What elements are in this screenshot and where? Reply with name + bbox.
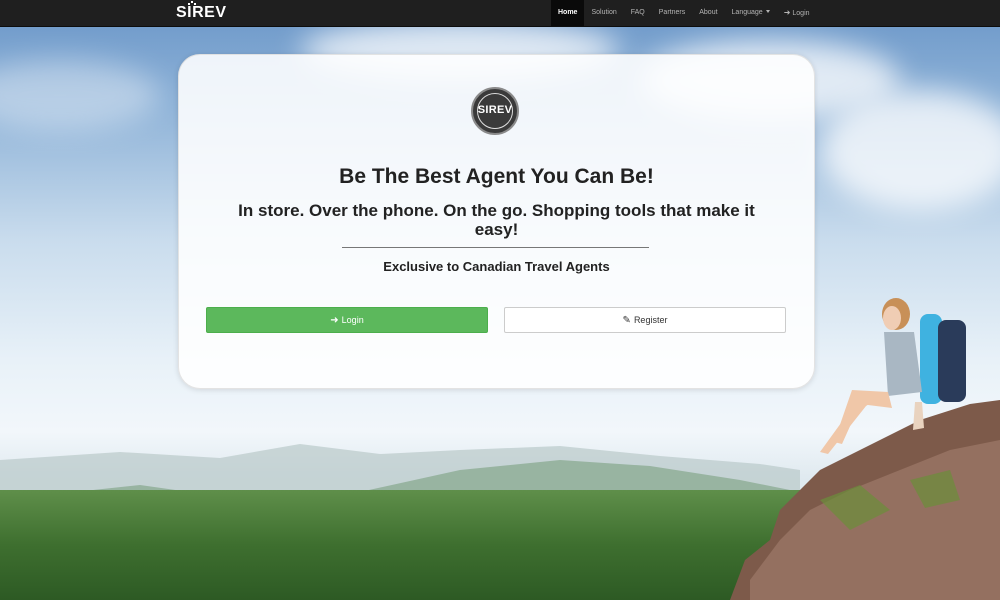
register-button-label: Register — [633, 315, 668, 325]
nav-item-solution[interactable]: Solution — [584, 0, 623, 26]
caret-down-icon — [765, 10, 770, 13]
register-button[interactable]: ✎ Register — [504, 307, 786, 333]
nav-item-language[interactable]: Language — [725, 0, 777, 26]
top-navbar: SIREV Home Solution FAQ Partners About L… — [0, 0, 1000, 27]
brand-logo[interactable]: SIREV — [176, 3, 227, 23]
nav-item-login-label: Login — [792, 10, 810, 17]
nav-item-login[interactable]: ➜ Login — [777, 0, 817, 26]
brand-dots-decoration — [188, 1, 196, 7]
nav-item-partners[interactable]: Partners — [652, 0, 692, 26]
headline: Be The Best Agent You Can Be! — [339, 165, 654, 188]
subheadline: In store. Over the phone. On the go. Sho… — [238, 201, 755, 239]
divider — [342, 247, 649, 248]
sign-in-icon: ➜ — [783, 8, 791, 17]
sirev-logo: SIREV — [471, 87, 519, 135]
logo-text: SIREV — [477, 104, 513, 116]
welcome-card: SIREV Be The Best Agent You Can Be! In s… — [178, 54, 815, 389]
nav-item-language-label: Language — [731, 9, 763, 16]
pencil-icon: ✎ — [622, 315, 631, 326]
nav-item-home[interactable]: Home — [551, 0, 585, 26]
hiker-illustration — [820, 298, 966, 454]
nav-menu: Home Solution FAQ Partners About Languag… — [551, 0, 817, 26]
nav-item-faq[interactable]: FAQ — [624, 0, 652, 26]
login-button[interactable]: ➜ Login — [206, 307, 488, 333]
tagline: Exclusive to Canadian Travel Agents — [383, 259, 610, 274]
nav-item-about[interactable]: About — [692, 0, 724, 26]
login-button-label: Login — [341, 315, 364, 325]
sign-in-icon: ➜ — [330, 315, 339, 326]
